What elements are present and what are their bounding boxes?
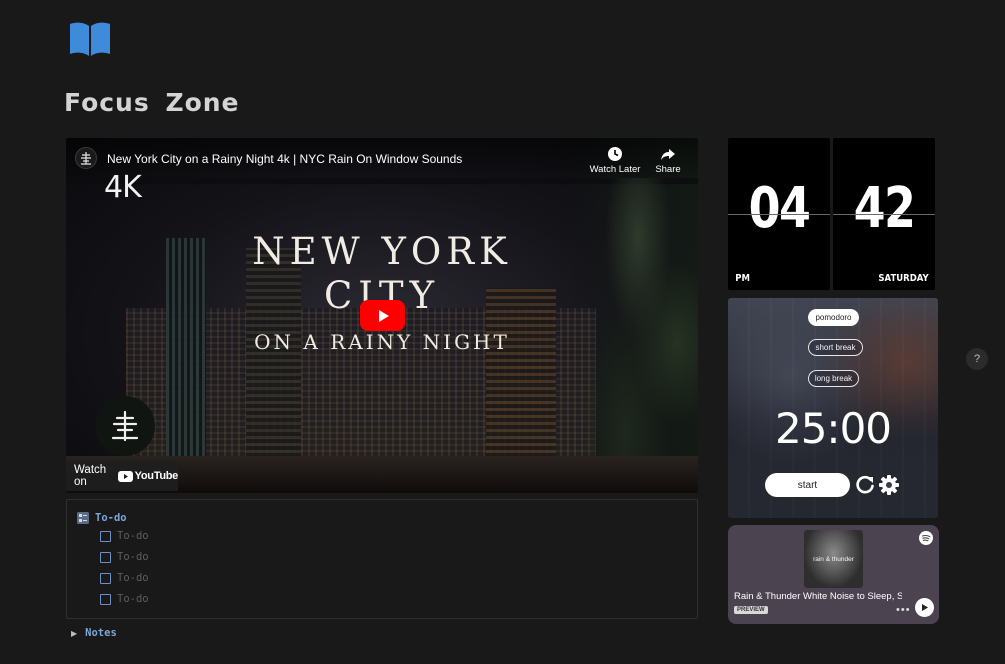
clock-minute: 42 bbox=[853, 176, 916, 241]
channel-logo bbox=[95, 396, 155, 456]
headline-line1: NEW YORK bbox=[252, 230, 512, 273]
checkbox[interactable] bbox=[100, 530, 111, 542]
checkbox[interactable] bbox=[100, 551, 111, 563]
watch-on-youtube-link[interactable]: Watch on YouTube bbox=[66, 461, 178, 491]
mode-long-break-button[interactable]: long break bbox=[808, 370, 859, 387]
notes-toggle[interactable]: ▶ Notes bbox=[71, 627, 117, 639]
todo-block: To-do To-do To-do To-do To-do bbox=[66, 499, 698, 619]
share-label: Share bbox=[655, 164, 681, 175]
todo-item-label[interactable]: To-do bbox=[117, 551, 149, 563]
clock-minute-card: 42 SATURDAY bbox=[833, 138, 935, 290]
todo-item-label[interactable]: To-do bbox=[117, 593, 149, 605]
play-icon bbox=[378, 309, 389, 322]
clock-period: PM bbox=[735, 273, 750, 284]
more-options-icon[interactable]: ••• bbox=[896, 604, 911, 616]
play-button[interactable] bbox=[360, 300, 405, 331]
clock-hour: 04 bbox=[748, 176, 811, 241]
spotify-play-button[interactable] bbox=[915, 598, 934, 617]
todo-item[interactable]: To-do bbox=[100, 530, 149, 542]
start-button[interactable]: start bbox=[765, 473, 850, 497]
video-title[interactable]: New York City on a Rainy Night 4k | NYC … bbox=[107, 152, 462, 166]
watch-later-button[interactable]: Watch Later bbox=[588, 146, 642, 175]
share-arrow-icon bbox=[661, 149, 675, 160]
todo-heading[interactable]: To-do bbox=[77, 512, 127, 524]
cover-text: rain & thunder bbox=[813, 555, 854, 563]
spotify-icon[interactable] bbox=[919, 531, 933, 545]
clock-hour-card: 04 PM bbox=[728, 138, 830, 290]
clock-day: SATURDAY bbox=[878, 273, 929, 284]
todo-item[interactable]: To-do bbox=[100, 572, 149, 584]
notes-label: Notes bbox=[85, 627, 117, 639]
track-title[interactable]: Rain & Thunder White Noise to Sleep, Stu… bbox=[734, 591, 902, 602]
page-title: Focus Zone bbox=[64, 88, 240, 117]
todo-item-label[interactable]: To-do bbox=[117, 572, 149, 584]
youtube-logo: YouTube bbox=[117, 470, 179, 482]
mode-pomodoro-button[interactable]: pomodoro bbox=[808, 309, 859, 326]
triangle-right-icon[interactable]: ▶ bbox=[71, 629, 77, 638]
plant-shape bbox=[586, 178, 698, 478]
checklist-icon bbox=[77, 512, 89, 524]
album-cover[interactable]: rain & thunder bbox=[804, 530, 863, 588]
checkbox[interactable] bbox=[100, 572, 111, 584]
spotify-embed[interactable]: rain & thunder Rain & Thunder White Nois… bbox=[728, 525, 939, 624]
headline-line3: ON A RAINY NIGHT bbox=[254, 330, 510, 354]
timer-display: 25:00 bbox=[774, 404, 892, 453]
youtube-icon bbox=[117, 470, 133, 482]
pomodoro-widget: pomodoro short break long break 25:00 st… bbox=[728, 298, 938, 518]
reset-icon[interactable] bbox=[854, 474, 876, 496]
flip-divider bbox=[833, 214, 935, 215]
preview-badge: PREVIEW bbox=[734, 606, 768, 614]
checkbox[interactable] bbox=[100, 593, 111, 605]
todo-item[interactable]: To-do bbox=[100, 593, 149, 605]
todo-item-label[interactable]: To-do bbox=[117, 530, 149, 542]
youtube-wordmark: YouTube bbox=[134, 470, 179, 482]
play-icon bbox=[922, 604, 928, 611]
clock-icon bbox=[608, 147, 622, 161]
open-book-icon bbox=[68, 20, 112, 58]
todo-heading-label: To-do bbox=[95, 512, 127, 524]
mode-short-break-button[interactable]: short break bbox=[808, 339, 863, 356]
watch-later-label: Watch Later bbox=[589, 164, 641, 175]
watch-on-label: Watch on bbox=[74, 464, 107, 488]
badge-4k: 4K bbox=[104, 170, 142, 205]
help-button[interactable]: ? bbox=[966, 348, 988, 370]
share-button[interactable]: Share bbox=[652, 146, 684, 175]
todo-item[interactable]: To-do bbox=[100, 551, 149, 563]
gear-icon[interactable] bbox=[878, 474, 900, 496]
youtube-embed[interactable]: New York City on a Rainy Night 4k | NYC … bbox=[66, 138, 698, 493]
flip-divider bbox=[728, 214, 830, 215]
channel-avatar[interactable] bbox=[75, 147, 97, 169]
